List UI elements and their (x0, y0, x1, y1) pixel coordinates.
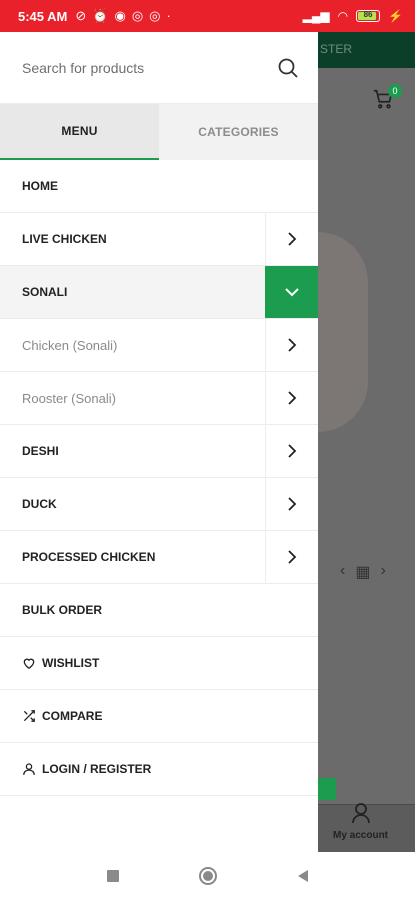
menu-item-label: PROCESSED CHICKEN (22, 550, 156, 564)
chevron-left-icon[interactable]: ‹ (340, 562, 345, 582)
chevron-right-icon (288, 338, 297, 352)
menu-item-deshi[interactable]: DESHI (0, 425, 318, 478)
search-input[interactable] (22, 59, 276, 76)
submenu-toggle[interactable] (265, 425, 318, 477)
submenu-toggle-open[interactable] (265, 266, 318, 318)
menu-item-bulk-order[interactable]: BULK ORDER (0, 584, 318, 637)
menu-item-label: DESHI (22, 444, 59, 458)
menu-list: HOME LIVE CHICKEN SONALI Chicken (Sonali… (0, 160, 318, 796)
tab-categories[interactable]: CATEGORIES (159, 104, 318, 160)
chevron-right-icon (288, 444, 297, 458)
status-right: ▂▄▆ ◠ 86 ⚡ (303, 9, 403, 23)
grid-icon[interactable]: ▦ (355, 562, 370, 582)
tab-menu[interactable]: MENU (0, 104, 159, 160)
charging-icon: ⚡ (388, 9, 403, 23)
whatsapp-icon: ◎ (149, 8, 161, 23)
home-icon[interactable] (198, 866, 218, 886)
menu-item-live-chicken[interactable]: LIVE CHICKEN (0, 213, 318, 266)
cart-count-badge: 0 (388, 84, 402, 98)
menu-item-label: DUCK (22, 497, 57, 511)
menu-item-sonali[interactable]: SONALI (0, 266, 318, 319)
chevron-right-icon (288, 391, 297, 405)
background-topbar-text: STER (320, 42, 353, 56)
battery-icon: 86 (356, 10, 381, 22)
menu-item-compare[interactable]: COMPARE (0, 690, 318, 743)
menu-item-label: LOGIN / REGISTER (42, 762, 152, 776)
muted-icon: ⊘ (75, 8, 87, 23)
android-nav-bar (0, 852, 415, 900)
heart-icon (23, 658, 35, 670)
menu-item-label: HOME (22, 179, 58, 193)
background-green-tab (318, 778, 336, 800)
chevron-right-icon (288, 497, 297, 511)
notification-icons: ⊘ ⏰ ◉ ◎ ◎ · (75, 8, 170, 24)
submenu-toggle[interactable] (265, 478, 318, 530)
menu-item-home[interactable]: HOME (0, 160, 318, 213)
search-row (0, 32, 318, 104)
menu-item-rooster-sonali[interactable]: Rooster (Sonali) (0, 372, 318, 425)
menu-item-label: SONALI (22, 285, 68, 299)
mobile-menu-drawer: MENU CATEGORIES HOME LIVE CHICKEN SONALI… (0, 32, 318, 852)
status-time: 5:45 AM (18, 8, 68, 24)
menu-item-label: BULK ORDER (22, 603, 102, 617)
menu-item-wishlist[interactable]: WISHLIST (0, 637, 318, 690)
alarm-icon: ⏰ (92, 8, 109, 23)
status-bar: 5:45 AM ⊘ ⏰ ◉ ◎ ◎ · ▂▄▆ ◠ 86 ⚡ (0, 0, 415, 32)
chevron-right-icon[interactable]: › (380, 562, 385, 582)
whatsapp-icon: ◎ (131, 8, 144, 23)
dot-icon: · (166, 8, 171, 23)
account-icon[interactable] (351, 802, 371, 824)
menu-item-chicken-sonali[interactable]: Chicken (Sonali) (0, 319, 318, 372)
search-icon[interactable] (276, 56, 300, 80)
menu-item-processed-chicken[interactable]: PROCESSED CHICKEN (0, 531, 318, 584)
submenu-item-label: Rooster (Sonali) (22, 390, 116, 406)
chevron-down-icon (284, 288, 299, 297)
chevron-right-icon (288, 550, 297, 564)
submenu-toggle[interactable] (265, 372, 318, 424)
shuffle-icon (23, 710, 35, 722)
submenu-toggle[interactable] (265, 319, 318, 371)
menu-item-duck[interactable]: DUCK (0, 478, 318, 531)
back-icon[interactable] (296, 869, 310, 883)
background-product-image (318, 232, 368, 432)
tab-categories-label: CATEGORIES (198, 125, 279, 139)
battery-level: 86 (363, 10, 373, 19)
background-carousel-nav: ‹ ▦ › (340, 562, 386, 582)
submenu-toggle[interactable] (265, 531, 318, 583)
menu-tabs: MENU CATEGORIES (0, 104, 318, 160)
menu-item-label: COMPARE (42, 709, 103, 723)
menu-item-label: WISHLIST (42, 656, 100, 670)
tab-menu-label: MENU (61, 124, 98, 138)
menu-item-login-register[interactable]: LOGIN / REGISTER (0, 743, 318, 796)
user-icon (23, 763, 35, 775)
messenger-icon: ◉ (114, 8, 126, 23)
recents-icon[interactable] (106, 869, 120, 883)
submenu-toggle[interactable] (265, 213, 318, 265)
account-label[interactable]: My account (333, 830, 388, 841)
wifi-icon: ◠ (337, 9, 349, 23)
submenu-item-label: Chicken (Sonali) (22, 337, 118, 353)
signal-icon: ▂▄▆ (302, 9, 330, 23)
chevron-right-icon (288, 232, 297, 246)
menu-item-label: LIVE CHICKEN (22, 232, 107, 246)
